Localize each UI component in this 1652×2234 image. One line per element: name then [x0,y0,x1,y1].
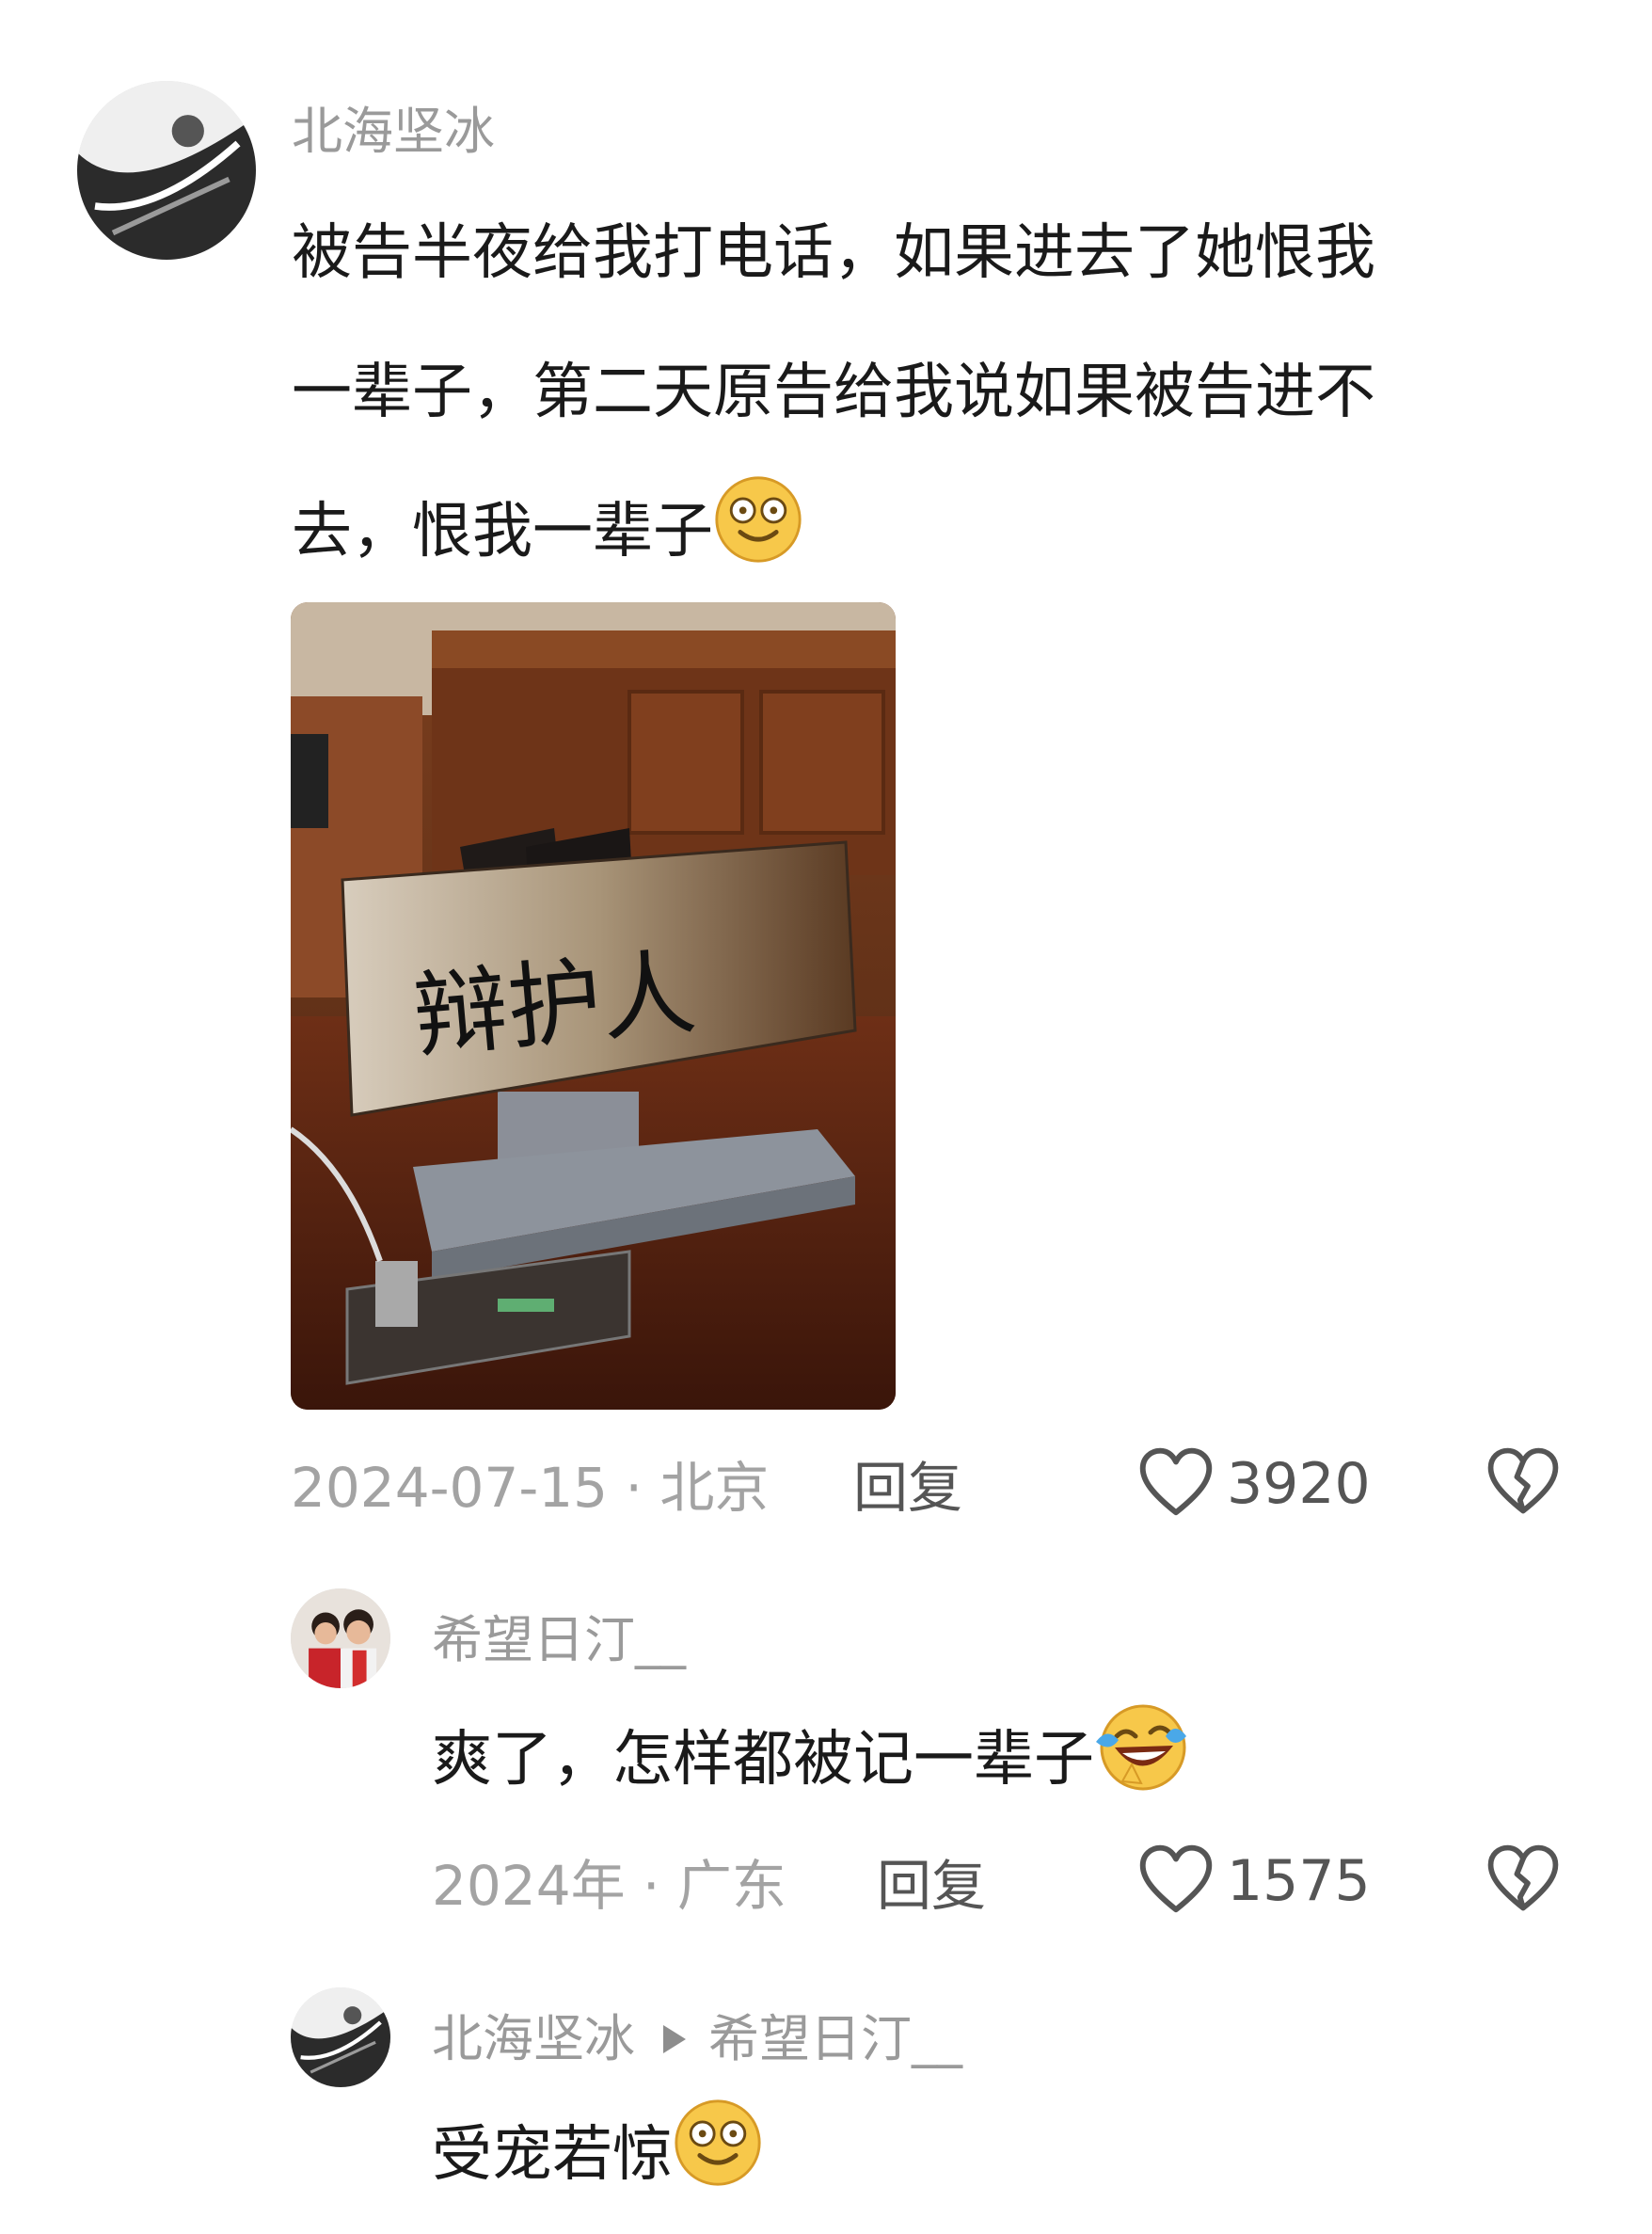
comment-text-line-content: 去，恨我一辈子 [292,497,713,566]
triangle-right-icon [661,2023,688,2055]
comment-username[interactable]: 希望日汀__ [432,1615,686,1666]
comment-text-line: 去，恨我一辈子 [292,462,1590,614]
comment-photo[interactable]: 辩护人 [291,602,896,1410]
heart-outline-icon [1136,1444,1215,1524]
comment-text: 受宠若惊 [432,2089,763,2234]
comment-text: 被告半夜给我打电话，如果进去了她恨我 一辈子，第二天原告给我说如果被告进不 去，… [292,184,1590,614]
reply-button[interactable]: 回复 [877,1859,986,1913]
comment-text-line: 被告半夜给我打电话，如果进去了她恨我 [292,218,1375,288]
avatar[interactable] [291,1987,390,2087]
dislike-button[interactable] [1485,1842,1562,1919]
heart-outline-icon [1136,1842,1215,1921]
comment-text-content: 受宠若惊 [432,2120,673,2190]
broken-heart-icon [1485,1444,1562,1522]
dizzy-smile-emoji-icon [713,474,803,614]
reply-to-username[interactable]: 希望日汀__ [708,2014,962,2065]
comment-text-content: 爽了，怎样都被记一辈子 [432,1725,1094,1795]
like-button[interactable]: 3920 [1136,1444,1371,1524]
comment-date-location: 2024年 · 广东 [432,1854,786,1918]
broken-heart-icon [1485,1842,1562,1919]
comment-username[interactable]: 北海坚冰 [432,2014,635,2065]
like-count: 3920 [1227,1451,1371,1517]
laughing-tears-emoji-icon [1094,1699,1188,1843]
dislike-button[interactable] [1485,1444,1562,1522]
comment-username[interactable]: 北海坚冰 [292,106,495,157]
comment-text-line: 一辈子，第二天原告给我说如果被告进不 [292,358,1375,427]
avatar[interactable] [291,1588,390,1688]
reply-header: 北海坚冰 希望日汀__ [432,2014,962,2065]
comment-text: 爽了，怎样都被记一辈子 [432,1689,1188,1843]
reply-button[interactable]: 回复 [853,1460,962,1515]
like-count: 1575 [1227,1848,1371,1914]
comment-date-location: 2024-07-15 · 北京 [291,1456,770,1520]
like-button[interactable]: 1575 [1136,1842,1371,1921]
dizzy-smile-emoji-icon [673,2098,763,2234]
avatar[interactable] [77,81,256,260]
